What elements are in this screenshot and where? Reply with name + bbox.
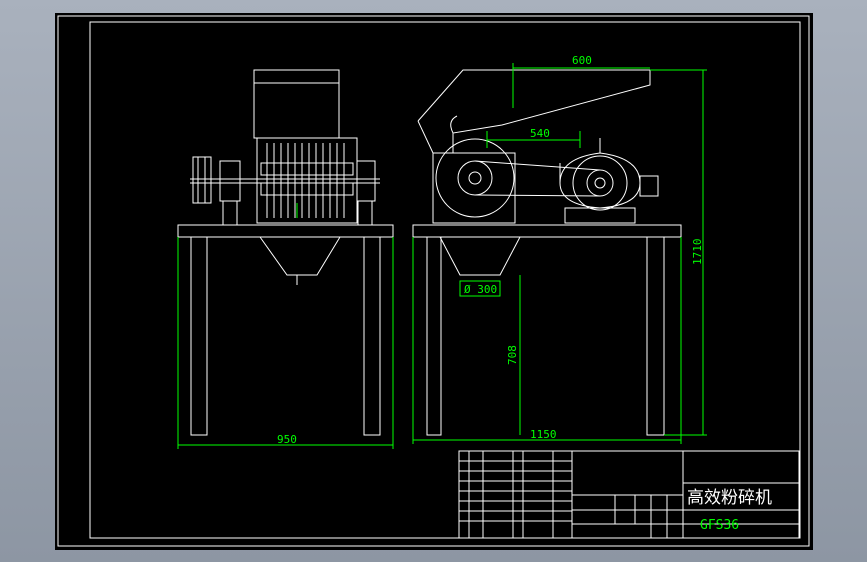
front-view (412, 69, 682, 436)
dim-outlet-diameter: Ø 300 (464, 283, 497, 296)
inner-border (89, 21, 801, 539)
dim-table-height: 708 (506, 345, 519, 365)
dim-overall-height: 1710 (691, 239, 704, 266)
dim-frame-width: 540 (530, 127, 550, 140)
model-number: GFS36 (700, 518, 739, 533)
dim-overall-width: 600 (572, 54, 592, 67)
drawing-sheet: 600 540 Ø 300 708 1710 950 1150 高效粉碎机 GF… (55, 13, 813, 550)
dimension-lines (177, 63, 707, 449)
dim-front-width: 1150 (530, 428, 557, 441)
outer-border (57, 15, 810, 547)
dim-side-width: 950 (277, 433, 297, 446)
side-view (177, 69, 394, 436)
product-name: 高效粉碎机 (687, 488, 772, 508)
cad-drawing: 600 540 Ø 300 708 1710 950 1150 高效粉碎机 GF… (57, 15, 810, 547)
